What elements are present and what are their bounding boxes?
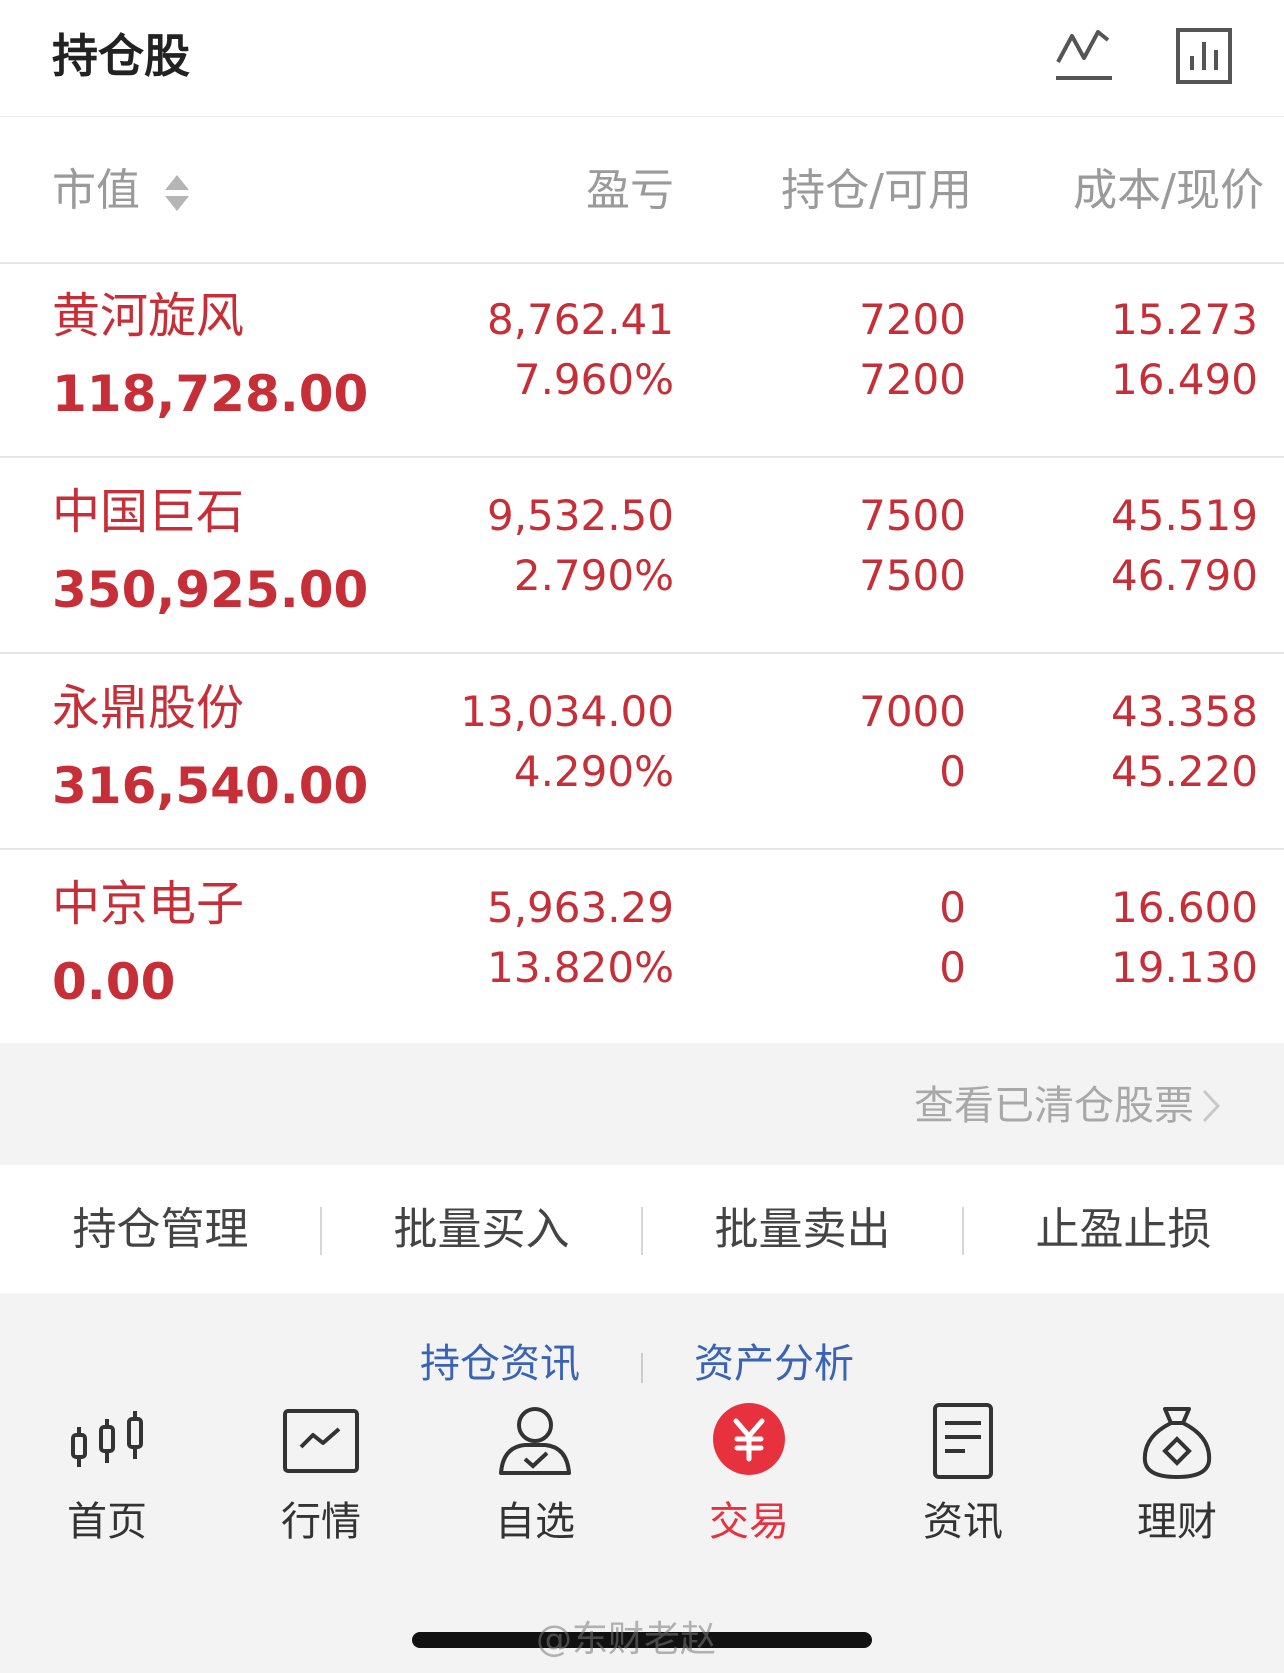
tab-label: 资讯 — [923, 1499, 1003, 1545]
pnl-amount: 5,963.29 — [486, 883, 674, 932]
market-value-label: 市值 — [52, 165, 140, 216]
position-management-button[interactable]: 持仓管理 — [0, 1167, 321, 1292]
pnl-amount: 9,532.50 — [486, 491, 674, 540]
holding-row[interactable]: 中京电子 0.00 5,963.29 13.820% 0 0 16.600 19… — [0, 850, 1284, 1044]
stock-name: 永鼎股份 — [52, 680, 245, 736]
market-value: 118,728.00 — [52, 365, 369, 423]
cleared-stocks-link[interactable]: 查看已清仓股票 — [914, 1081, 1194, 1131]
position-qty: 0 — [939, 883, 966, 932]
market-value-sort-header[interactable]: 市值 — [52, 163, 192, 219]
cost-price: 43.358 — [1111, 687, 1258, 736]
money-bag-icon — [1142, 1407, 1212, 1479]
cost-price: 15.273 — [1111, 295, 1258, 344]
pnl-header: 盈亏 — [586, 165, 674, 216]
line-chart-icon[interactable] — [1052, 24, 1116, 88]
position-header: 持仓/可用 — [781, 165, 972, 216]
tab-label: 行情 — [281, 1499, 361, 1545]
bar-chart-icon[interactable] — [1172, 24, 1236, 88]
holdings-actions-bar: 持仓管理 批量买入 批量卖出 止盈止损 — [0, 1167, 1284, 1292]
pnl-amount: 13,034.00 — [460, 687, 674, 736]
holding-row[interactable]: 中国巨石 350,925.00 9,532.50 2.790% 7500 750… — [0, 458, 1284, 654]
current-price: 45.220 — [1111, 747, 1258, 796]
current-price: 46.790 — [1111, 551, 1258, 600]
info-links: 持仓资讯 资产分析 — [0, 1293, 1284, 1385]
current-price: 19.130 — [1111, 943, 1258, 992]
market-chart-icon — [283, 1409, 359, 1473]
watermark: @东财老赵 — [536, 1619, 717, 1660]
current-price: 16.490 — [1111, 355, 1258, 404]
stock-name: 黄河旋风 — [52, 288, 245, 344]
bottom-tab-bar: 首页 行情 自选 交易 资讯 理财 — [0, 1383, 1284, 1573]
cost-price: 16.600 — [1111, 883, 1258, 932]
bottom-area: 持仓资讯 资产分析 首页 行情 自选 交易 资讯 理财 — [0, 1293, 1284, 1673]
document-icon — [933, 1403, 993, 1479]
pnl-percent: 7.960% — [513, 355, 674, 404]
yen-icon — [713, 1403, 785, 1475]
market-value: 316,540.00 — [52, 757, 369, 815]
holding-row[interactable]: 黄河旋风 118,728.00 8,762.41 7.960% 7200 720… — [0, 262, 1284, 458]
pnl-amount: 8,762.41 — [486, 295, 674, 344]
available-qty: 7200 — [859, 355, 966, 404]
tab-label: 首页 — [67, 1499, 147, 1545]
holding-news-link[interactable]: 持仓资讯 — [420, 1339, 580, 1385]
divider — [641, 1353, 643, 1385]
user-check-icon — [499, 1407, 571, 1475]
sort-icon — [165, 175, 189, 211]
position-qty: 7200 — [859, 295, 966, 344]
tab-label: 理财 — [1137, 1499, 1217, 1545]
cost-price-header: 成本/现价 — [1073, 165, 1264, 216]
pnl-percent: 2.790% — [513, 551, 674, 600]
available-qty: 7500 — [859, 551, 966, 600]
tab-watchlist[interactable]: 自选 — [428, 1383, 642, 1573]
cost-price: 45.519 — [1111, 491, 1258, 540]
holdings-column-header: 市值 盈亏 持仓/可用 成本/现价 — [0, 117, 1284, 264]
stop-profit-loss-button[interactable]: 止盈止损 — [963, 1167, 1284, 1292]
tab-market[interactable]: 行情 — [214, 1383, 428, 1573]
cleared-stocks-section: 查看已清仓股票 — [0, 1043, 1284, 1165]
tab-label: 自选 — [495, 1499, 575, 1545]
page-title: 持仓股 — [52, 29, 190, 83]
tab-wealth[interactable]: 理财 — [1070, 1383, 1284, 1573]
batch-sell-button[interactable]: 批量卖出 — [642, 1167, 963, 1292]
position-qty: 7000 — [859, 687, 966, 736]
chevron-right-icon — [1202, 1089, 1221, 1123]
pnl-percent: 13.820% — [487, 943, 674, 992]
stock-name: 中京电子 — [52, 876, 245, 932]
batch-buy-button[interactable]: 批量买入 — [321, 1167, 642, 1292]
tab-news[interactable]: 资讯 — [856, 1383, 1070, 1573]
stock-name: 中国巨石 — [52, 484, 245, 540]
pnl-percent: 4.290% — [513, 747, 674, 796]
holding-row[interactable]: 永鼎股份 316,540.00 13,034.00 4.290% 7000 0 … — [0, 654, 1284, 850]
top-bar: 持仓股 — [0, 0, 1284, 117]
available-qty: 0 — [939, 943, 966, 992]
market-value: 0.00 — [52, 953, 176, 1011]
asset-analysis-link[interactable]: 资产分析 — [694, 1339, 854, 1385]
tab-home[interactable]: 首页 — [0, 1383, 214, 1573]
market-value: 350,925.00 — [52, 561, 369, 619]
tab-label: 交易 — [709, 1499, 789, 1545]
tab-trade[interactable]: 交易 — [642, 1383, 856, 1573]
candlestick-icon — [71, 1411, 143, 1467]
position-qty: 7500 — [859, 491, 966, 540]
available-qty: 0 — [939, 747, 966, 796]
